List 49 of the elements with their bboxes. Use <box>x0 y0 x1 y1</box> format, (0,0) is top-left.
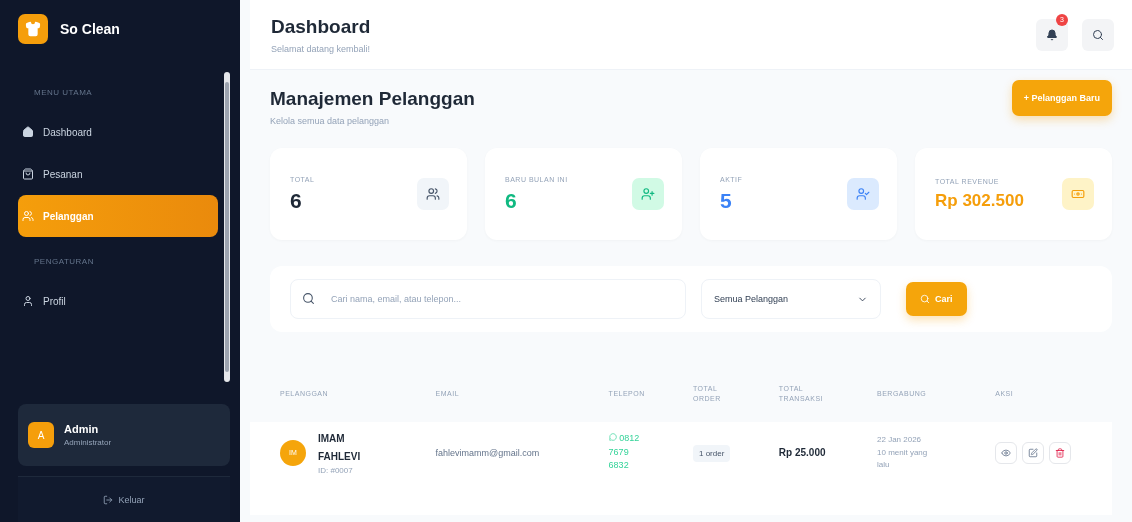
bell-icon <box>1046 28 1058 41</box>
page-title: Manajemen Pelanggan <box>270 88 475 110</box>
logout-icon <box>103 494 114 505</box>
join-relative: 10 menit yang lalu <box>877 447 929 470</box>
nav-item[interactable]: Pesanan <box>18 153 218 195</box>
customer-id: ID: #0007 <box>318 466 354 475</box>
bag-icon <box>22 168 34 180</box>
edit-icon <box>1028 447 1039 458</box>
stat-value: 6 <box>505 188 518 213</box>
user-role: Administrator <box>64 438 112 447</box>
home-icon <box>22 126 34 138</box>
nav-item[interactable]: Dashboard <box>18 111 218 153</box>
email-cell: fahlevimamm@gmail.com <box>415 422 589 515</box>
section-title: MENU UTAMA <box>34 88 94 97</box>
section-title: PENGATURAN <box>34 257 95 266</box>
stat-value: 5 <box>720 188 733 213</box>
search-icon <box>302 292 315 305</box>
users-icon <box>22 210 34 222</box>
view-button[interactable] <box>995 441 1018 464</box>
stat-value: Rp 302.500 <box>935 190 1024 211</box>
search-button[interactable] <box>1082 18 1114 51</box>
banknote-icon <box>1071 187 1085 201</box>
stat-value: 6 <box>290 188 303 213</box>
search-field[interactable]: Cari nama, email, atau telepon... <box>290 279 686 319</box>
users-icon <box>426 187 440 201</box>
user-check-icon <box>856 187 870 201</box>
user-plus-icon <box>641 187 655 201</box>
transaction-total: Rp 25.000 <box>778 447 826 458</box>
eye-icon <box>1001 447 1012 458</box>
search-icon <box>1092 28 1104 41</box>
user-avatar: A <box>28 422 54 448</box>
customer-select[interactable]: Semua Pelanggan <box>701 279 881 319</box>
logo <box>18 14 48 44</box>
nav-item[interactable]: Profil <box>18 280 218 322</box>
customer-name: IMAM FAHLEVI <box>318 432 362 464</box>
logout-button[interactable]: Keluar <box>18 476 230 522</box>
brand-name: So Clean <box>60 21 120 37</box>
header-subtitle: Selamat datang kembali! <box>271 43 371 54</box>
delete-button[interactable] <box>1049 441 1072 464</box>
page-subtitle: Kelola semua data pelanggan <box>270 116 391 126</box>
order-count: 1 order <box>692 444 731 462</box>
join-date: 22 Jan 2026 <box>877 435 923 445</box>
user-name: Admin <box>64 423 100 435</box>
chat-icon <box>608 433 617 442</box>
search-icon <box>920 294 930 304</box>
edit-button[interactable] <box>1022 441 1045 464</box>
user-icon <box>22 295 34 307</box>
header-title: Dashboard <box>271 15 371 38</box>
trash-icon <box>1055 447 1066 458</box>
